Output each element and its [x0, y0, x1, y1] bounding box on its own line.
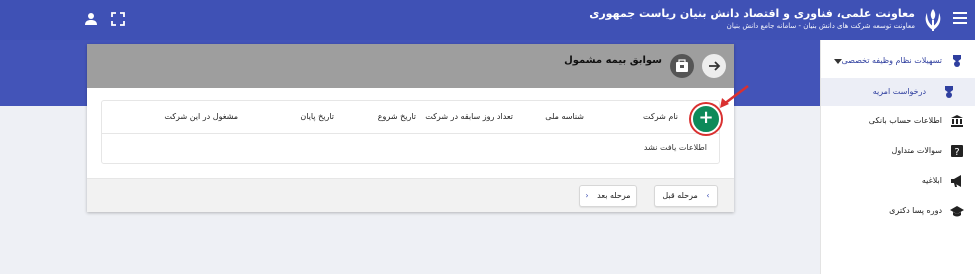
next-step-label: مرحله بعد — [597, 191, 631, 200]
previous-step-button[interactable]: › مرحله قبل — [654, 185, 718, 207]
sidebar-item-bank-account[interactable]: اطلاعات حساب بانکی — [821, 108, 975, 134]
user-icon[interactable] — [84, 12, 98, 26]
graduation-cap-icon — [950, 206, 964, 217]
column-header-national-id: شناسه ملی — [545, 112, 584, 121]
app-subtitle: معاونت توسعه شرکت های دانش بنیان - سامان… — [726, 22, 915, 30]
next-step-button[interactable]: مرحله بعد ‹ — [579, 185, 637, 207]
sidebar-item-label: درخواست امریه — [872, 87, 926, 96]
sidebar-item-military-service[interactable]: تسهیلات نظام وظیفه تخصصی — [821, 48, 975, 74]
hamburger-icon[interactable] — [953, 12, 967, 24]
sidebar-item-notices[interactable]: ابلاغیه — [821, 168, 975, 194]
sidebar: تسهیلات نظام وظیفه تخصصی درخواست امریه ا… — [820, 40, 975, 274]
card-footer: › مرحله قبل مرحله بعد ‹ — [87, 178, 734, 212]
sidebar-item-postdoc[interactable]: دوره پسا دکتری — [821, 198, 975, 224]
insurance-table: نام شرکت شناسه ملی تعداد روز سابقه در شر… — [101, 100, 720, 164]
column-header-company: نام شرکت — [643, 112, 678, 121]
insurance-history-card: سوابق بیمه مشمول نام شرکت شناسه ملی تعدا… — [87, 44, 734, 212]
card-header: سوابق بیمه مشمول — [87, 44, 734, 88]
bank-icon — [951, 115, 963, 127]
sidebar-item-label: ابلاغیه — [921, 176, 942, 185]
megaphone-icon — [951, 175, 961, 187]
medal-icon — [953, 55, 961, 67]
column-header-days: تعداد روز سابقه در شرکت — [425, 112, 513, 121]
fullscreen-icon[interactable] — [111, 12, 125, 26]
sidebar-item-label: سوالات متداول — [891, 146, 943, 155]
empty-message: اطلاعات یافت نشد — [643, 143, 707, 152]
emblem-icon — [925, 9, 941, 31]
top-app-bar: معاونت علمی، فناوری و اقتصاد دانش بنیان … — [0, 0, 975, 40]
previous-step-label: مرحله قبل — [662, 191, 698, 200]
column-header-start-date: تاریخ شروع — [377, 112, 416, 121]
back-button[interactable] — [702, 54, 726, 78]
annotation-arrow-icon — [720, 85, 749, 108]
sidebar-item-faq[interactable]: سوالات متداول ? — [821, 138, 975, 164]
insurance-doc-button — [670, 54, 694, 78]
chevron-right-icon: › — [706, 191, 710, 200]
column-header-end-date: تاریخ پایان — [300, 112, 334, 121]
svg-text:?: ? — [954, 147, 959, 158]
question-icon: ? — [951, 145, 963, 158]
card-title: سوابق بیمه مشمول — [564, 55, 662, 66]
arrow-right-icon — [709, 61, 721, 71]
column-header-employed: مشغول در این شرکت — [164, 112, 238, 121]
sidebar-item-label: اطلاعات حساب بانکی — [868, 116, 942, 125]
briefcase-icon — [676, 59, 688, 72]
divider — [102, 133, 719, 134]
chevron-left-icon: ‹ — [585, 191, 589, 200]
medal-icon — [945, 86, 953, 98]
sidebar-item-amriye-request[interactable]: درخواست امریه — [821, 78, 975, 106]
app-title: معاونت علمی، فناوری و اقتصاد دانش بنیان … — [589, 7, 915, 20]
sidebar-item-label: دوره پسا دکتری — [889, 206, 942, 215]
sidebar-item-label: تسهیلات نظام وظیفه تخصصی — [841, 56, 943, 65]
